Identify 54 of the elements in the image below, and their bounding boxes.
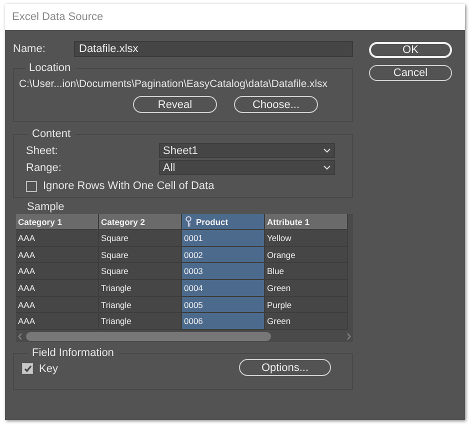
table-cell: 0003 [182,263,265,280]
horizontal-scrollbar[interactable] [16,330,353,342]
column-header[interactable]: Category 2 [99,214,182,230]
table-cell: 0001 [182,230,265,247]
name-field[interactable]: Datafile.xlsx [74,41,353,57]
file-path: C:\User...ion\Documents\Pagination\EasyCatalog\data\Datafile.xlsx [19,79,328,90]
field-label: Range: [26,162,62,174]
table-cell: 0005 [182,296,265,314]
table-cell: Green [265,280,348,297]
column-header[interactable]: Product [182,214,265,230]
chevron-icon [323,165,331,170]
table-cell: 0002 [182,246,265,264]
checkbox[interactable] [26,180,37,192]
table-cell: AAA [16,296,99,314]
checkbox-label: Ignore Rows With One Cell of Data [43,180,214,192]
table-cell: Purple [265,296,348,314]
table-cell: Yellow [265,230,348,247]
group-title: Content [31,128,72,140]
scroll-right-icon[interactable] [347,332,351,340]
section-title: Sample [27,201,66,213]
table-cell: Blue [265,263,348,280]
table-cell: Triangle [99,313,182,330]
table-cell: Green [265,313,348,330]
dialog-button[interactable]: Cancel [369,65,452,81]
window-title: Excel Data Source [12,11,104,23]
group-title: Location [28,62,72,74]
table-cell: Square [99,263,182,280]
table-cell: Triangle [99,280,182,297]
location-button[interactable]: Reveal [133,96,217,113]
table-cell: Triangle [99,296,182,314]
column-header[interactable]: Category 1 [16,214,99,230]
chevron-icon [323,148,331,153]
dropdown[interactable]: Sheet1 [159,143,335,158]
table-cell: AAA [16,246,99,264]
field-label: Sheet: [26,144,59,156]
name-label: Name: [13,43,46,55]
table-cell: 0006 [182,313,265,330]
checkbox-label: Key [39,362,58,375]
dropdown[interactable]: All [159,160,335,175]
checkbox[interactable] [22,363,33,374]
table-cell: AAA [16,313,99,330]
table-cell: Square [99,246,182,264]
group-title: Field Information [31,347,115,360]
options-button[interactable]: Options... [239,359,331,376]
dialog-button[interactable]: OK [369,42,452,58]
scroll-left-icon[interactable] [18,332,22,340]
table-cell: AAA [16,280,99,297]
table-cell: Orange [265,246,348,264]
column-header[interactable]: Attribute 1 [265,214,348,230]
table-cell: Square [99,230,182,247]
table-cell: AAA [16,263,99,280]
location-button[interactable]: Choose... [234,96,318,113]
table-cell: 0004 [182,280,265,297]
table-cell: AAA [16,230,99,247]
